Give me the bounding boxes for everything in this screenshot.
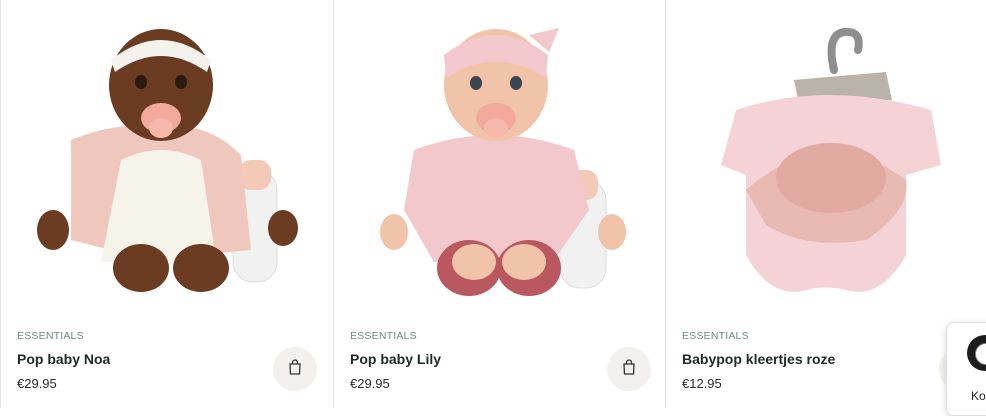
product-title[interactable]: Babypop kleertjes roze xyxy=(682,351,835,367)
product-image-clothes[interactable] xyxy=(666,0,986,318)
trust-badge-label: Ko xyxy=(971,389,986,403)
product-image-lily[interactable] xyxy=(334,0,665,318)
product-meta: ESSENTIALS Babypop kleertjes roze €12.95 xyxy=(682,330,835,391)
product-title[interactable]: Pop baby Noa xyxy=(17,351,110,367)
product-price: €29.95 xyxy=(350,376,390,391)
shopping-bag-icon xyxy=(621,358,637,381)
trust-seal-inner xyxy=(975,343,986,365)
product-meta: ESSENTIALS Pop baby Lily €29.95 xyxy=(350,330,441,391)
product-brand: ESSENTIALS xyxy=(17,330,84,342)
add-to-cart-button[interactable] xyxy=(607,347,651,391)
product-price: €12.95 xyxy=(682,376,722,391)
product-card-noa[interactable]: ESSENTIALS Pop baby Noa €29.95 xyxy=(0,0,333,408)
product-card-lily[interactable]: ESSENTIALS Pop baby Lily €29.95 xyxy=(333,0,665,408)
product-price: €29.95 xyxy=(17,376,57,391)
product-brand: ESSENTIALS xyxy=(682,330,749,342)
product-brand: ESSENTIALS xyxy=(350,330,417,342)
product-image-noa[interactable] xyxy=(1,0,333,318)
product-card-clothes[interactable]: ESSENTIALS Babypop kleertjes roze €12.95 xyxy=(665,0,986,408)
product-grid: ESSENTIALS Pop baby Noa €29.95 ESSENTIAL… xyxy=(0,0,986,408)
product-title[interactable]: Pop baby Lily xyxy=(350,351,441,367)
product-meta: ESSENTIALS Pop baby Noa €29.95 xyxy=(17,330,110,391)
add-to-cart-button[interactable] xyxy=(273,347,317,391)
trust-badge[interactable]: Ko xyxy=(946,322,986,416)
shopping-bag-icon xyxy=(287,358,303,381)
trust-seal-icon xyxy=(967,335,986,371)
